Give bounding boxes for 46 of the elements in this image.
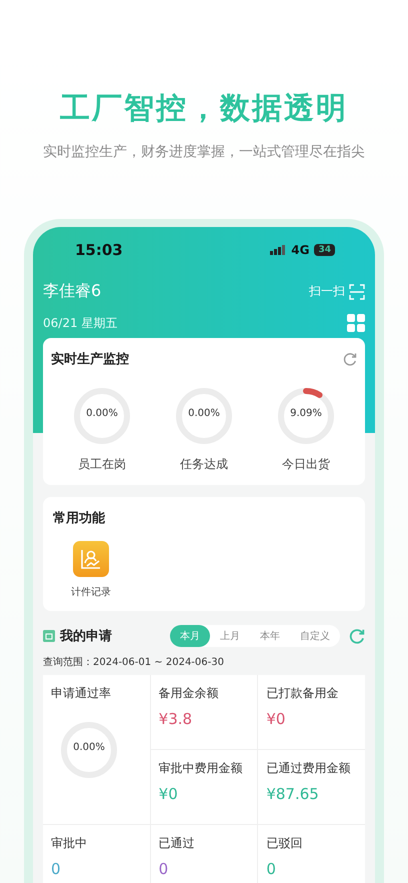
document-icon [43,630,55,642]
stat-label: 审批中 [51,835,88,852]
grid-menu-icon[interactable] [347,314,365,332]
date-text: 06/21 星期五 [43,314,118,332]
refresh-icon[interactable] [343,352,357,366]
scan-button[interactable]: 扫一扫 [309,283,365,300]
stat-value: ¥0 [266,710,286,728]
gauge-value: 0.00% [72,742,106,753]
stat-value: ¥87.65 [266,785,320,803]
period-tab[interactable]: 上月 [210,625,250,647]
period-tab[interactable]: 自定义 [290,625,340,647]
stat-value: 0 [51,860,62,878]
gauge-label: 今日出货 [282,456,330,473]
card-title: 实时生产监控 [51,350,129,368]
gauge-label: 员工在岗 [78,456,126,473]
subtitle: 实时监控生产，财务进度掌握，一站式管理尽在指尖 [43,143,365,161]
period-tab[interactable]: 本月 [170,625,210,647]
stat-label: 已通过费用金额 [266,760,352,777]
stat-label: 已驳回 [266,835,304,852]
stat-label: 备用金余额 [158,685,220,702]
gauge-value: 0.00% [187,408,221,419]
stat-label: 已通过 [158,835,196,852]
stat-value: 0 [266,860,277,878]
scan-icon [349,284,365,300]
stat-value: ¥3.8 [158,710,194,728]
section-title: 我的申请 [60,628,112,645]
stat-value: ¥0 [158,785,179,803]
stat-label: 审批中费用金额 [158,760,244,777]
battery-indicator: 34 [314,244,335,256]
card-title: 常用功能 [53,510,106,527]
network-type: 4G [291,243,310,257]
query-range: 查询范围：2024-06-01 ~ 2024-06-30 [43,656,225,669]
chart-person-icon[interactable] [73,541,109,577]
period-tab[interactable]: 本年 [250,625,290,647]
stat-value: 0 [158,860,170,878]
function-label: 计件记录 [71,586,111,599]
user-name: 李佳睿6 [43,281,102,302]
stat-label: 申请通过率 [51,685,112,702]
signal-icon [270,245,286,255]
refresh-icon[interactable] [349,628,365,644]
gauge-value: 0.00% [85,408,119,419]
gauge-label: 任务达成 [180,456,228,473]
gauge-value: 9.09% [289,408,323,419]
headline: 工厂智控，数据透明 [60,90,348,128]
stat-label: 已打款备用金 [266,685,340,702]
status-time: 15:03 [75,241,123,259]
